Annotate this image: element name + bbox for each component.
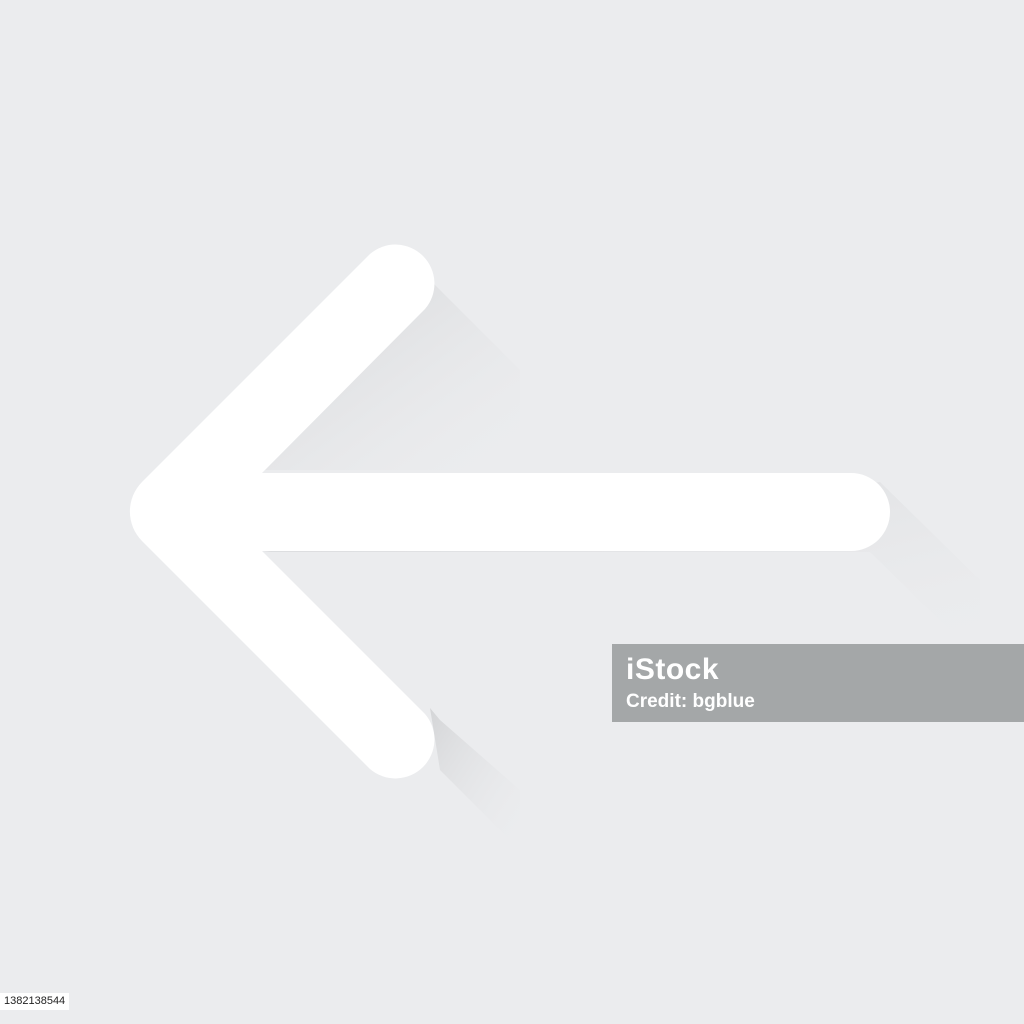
- arrow-illustration: [0, 0, 1024, 1024]
- watermark-logo: iStock: [626, 653, 720, 686]
- watermark-credit: Credit: bgblue: [626, 691, 755, 712]
- watermark-banner: iStock Credit: bgblue: [612, 644, 1024, 722]
- image-id-label: 1382138544: [0, 993, 70, 1010]
- image-canvas: [0, 0, 1024, 1024]
